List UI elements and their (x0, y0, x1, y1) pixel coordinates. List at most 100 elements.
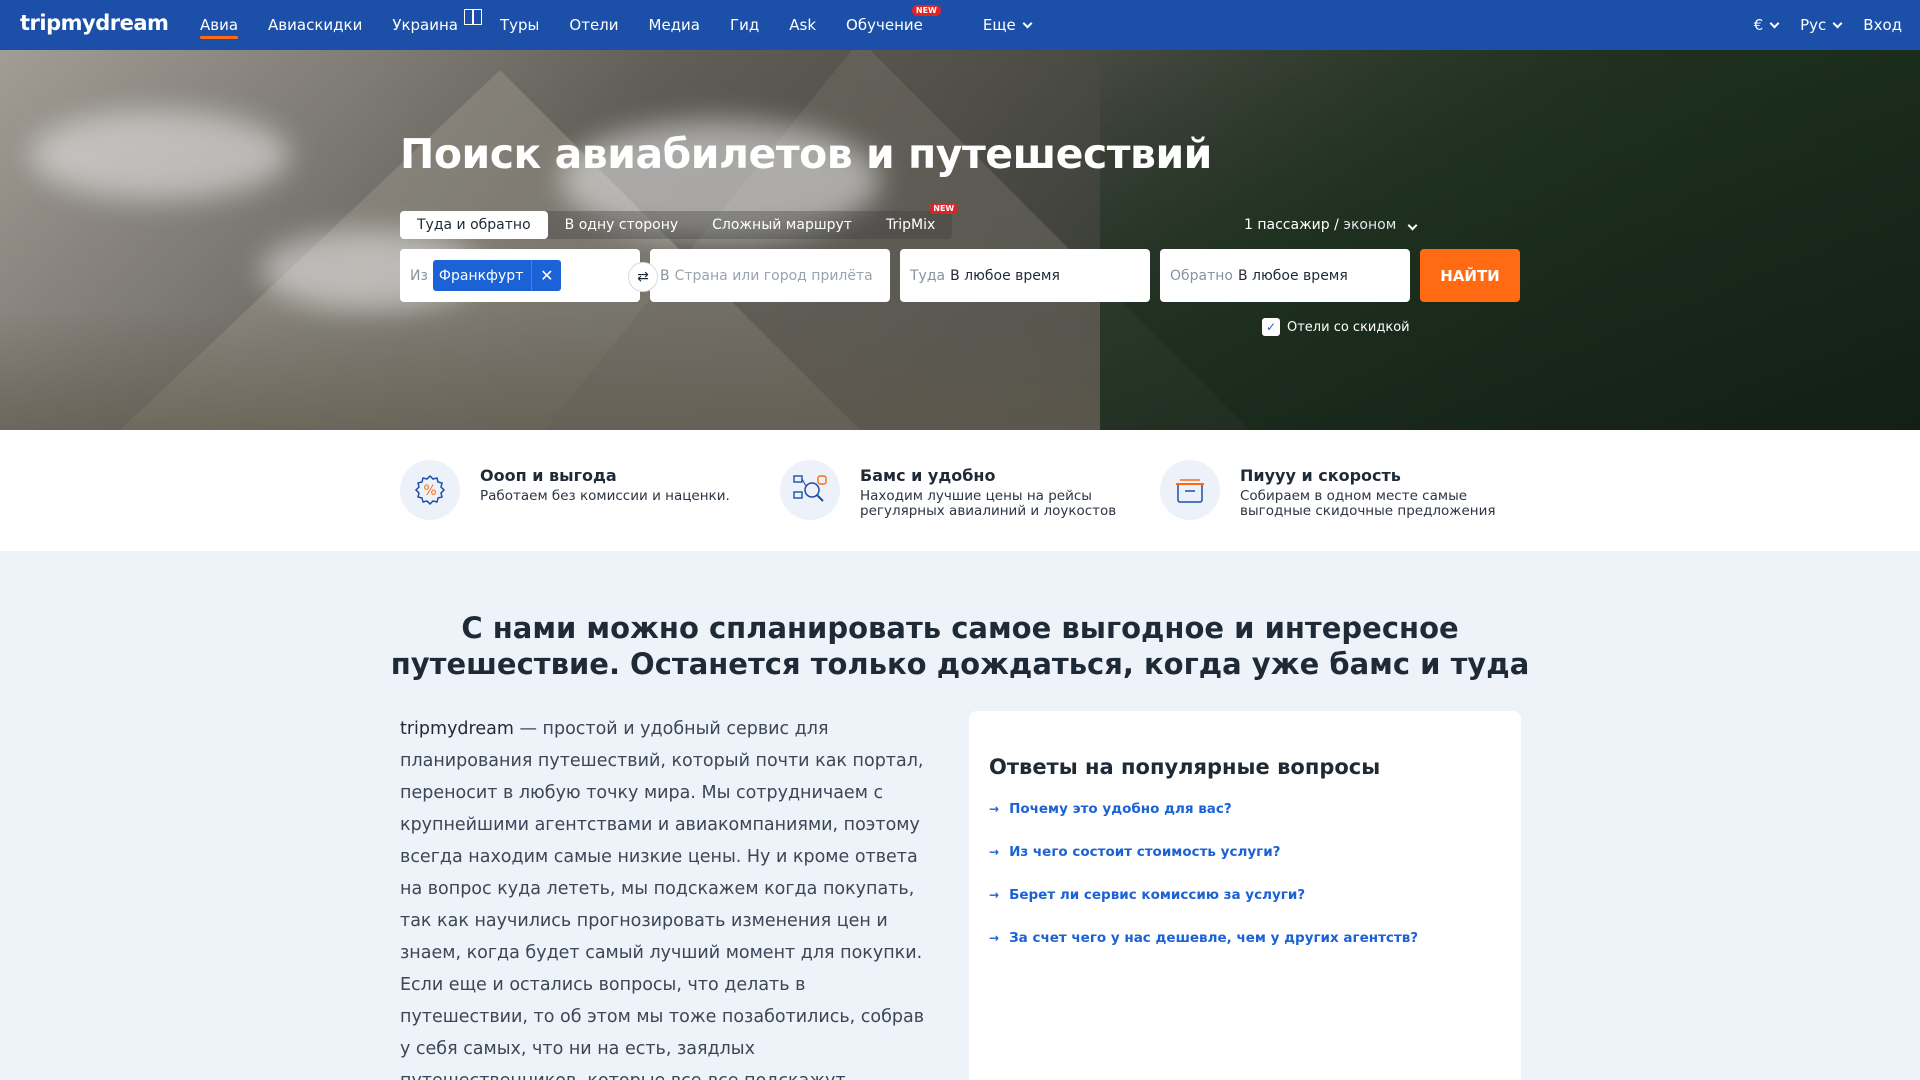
currency-label: € (1753, 16, 1764, 34)
feature-desc: Работаем без комиссии и наценки. (480, 488, 730, 504)
search-compare-icon (780, 460, 840, 520)
arrow-right-icon: → (989, 802, 1000, 816)
nav-item-more[interactable]: Еще (983, 0, 1033, 50)
nav-item-label: Ask (789, 16, 817, 34)
feature-item: Пиууу и скорость Собираем в одном месте … (1160, 460, 1496, 520)
faq-link[interactable]: → За счет чего у нас дешевле, чем у други… (989, 930, 1501, 946)
about-text: tripmydream — простой и удобный сервис д… (400, 713, 930, 1080)
return-value: В любое время (1238, 267, 1348, 284)
arrow-right-icon: → (989, 845, 1000, 859)
nav-menu: Авиа Авиаскидки Украина Туры Отели Медиа… (200, 0, 1061, 50)
origin-chip[interactable]: Франкфурт ✕ (432, 260, 562, 291)
feature-desc-line: Находим лучшие цены на рейсы (860, 488, 1092, 504)
hero-banner (0, 50, 1920, 430)
faq-title: Ответы на популярные вопросы (989, 755, 1381, 779)
tab-tripmix[interactable]: TripMix NEW (869, 203, 959, 239)
passenger-selector[interactable]: 1 пассажир / эконом (1244, 217, 1418, 233)
tab-multi-city[interactable]: Сложный маршрут (695, 211, 869, 239)
depart-prefix: Туда (910, 267, 946, 284)
origin-field[interactable]: Из Франкфурт ✕ (400, 249, 640, 302)
nav-item-avia-deals[interactable]: Авиаскидки (268, 0, 362, 50)
origin-prefix: Из (410, 267, 428, 284)
origin-value: Франкфурт (438, 267, 524, 284)
destination-prefix: В (660, 267, 670, 284)
arrow-right-icon: → (989, 888, 1000, 902)
cabin-class: эконом (1343, 217, 1397, 233)
forest-shape (1100, 50, 1920, 430)
login-link[interactable]: Вход (1863, 0, 1902, 50)
nav-item-label: Медиа (648, 16, 700, 34)
swap-icon[interactable]: ⇄ (628, 262, 658, 292)
heading-line: путешествие. Останется только дождаться,… (390, 647, 1530, 681)
ukraine-flag-icon (464, 9, 482, 25)
faq-link[interactable]: → Почему это удобно для вас? (989, 801, 1501, 817)
tab-label: TripMix (885, 217, 936, 233)
depart-date-field[interactable]: Туда В любое время (900, 249, 1150, 302)
section-heading: С нами можно спланировать самое выгодное… (0, 610, 1920, 682)
tab-one-way[interactable]: В одну сторону (548, 211, 696, 239)
checkbox[interactable]: ✓ (1262, 318, 1280, 336)
feature-desc-line: Собираем в одном месте самые (1240, 488, 1468, 504)
language-selector[interactable]: Рус (1800, 0, 1843, 50)
arrow-right-icon: → (989, 931, 1000, 945)
nav-item-label: Гид (730, 16, 760, 34)
nav-item-label: Отели (569, 16, 619, 34)
new-badge: NEW (911, 5, 941, 16)
close-icon[interactable]: ✕ (531, 260, 561, 291)
nav-item-tours[interactable]: Туры (500, 0, 539, 50)
page-title: Поиск авиабилетов и путешествий (400, 130, 1212, 178)
faq-link[interactable]: → Из чего состоит стоимость услуги? (989, 844, 1501, 860)
faq-link-label: Берет ли сервис комиссию за услуги? (1009, 887, 1306, 903)
nav-item-label: Обучение (846, 16, 923, 34)
features-strip: % Оооп и выгода Работаем без комиссии и … (0, 430, 1920, 551)
chevron-down-icon (1832, 18, 1843, 28)
nav-item-label: Туры (500, 16, 540, 34)
heading-line: С нами можно спланировать самое выгодное… (461, 611, 1459, 645)
new-badge: NEW (929, 203, 959, 214)
checkbox-label: Отели со скидкой (1287, 319, 1410, 335)
nav-item-ukraine[interactable]: Украина (392, 0, 482, 50)
feature-desc-line: выгодные скидочные предложения (1240, 503, 1496, 519)
nav-item-guide[interactable]: Гид (730, 0, 759, 50)
cloud-shape (30, 110, 290, 200)
feature-title: Оооп и выгода (480, 466, 617, 485)
passenger-count: 1 пассажир (1244, 217, 1330, 233)
nav-item-label: Авиаскидки (268, 16, 363, 34)
nav-item-media[interactable]: Медиа (649, 0, 700, 50)
separator: / (1334, 217, 1339, 233)
brand-name: tripmydream (400, 719, 514, 739)
feature-title: Бамс и удобно (860, 466, 996, 485)
hotels-discount-option[interactable]: ✓ Отели со скидкой (1262, 318, 1410, 336)
faq-link-label: За счет чего у нас дешевле, чем у других… (1009, 930, 1419, 946)
language-label: Рус (1800, 16, 1827, 34)
trip-type-tabs: Туда и обратно В одну сторону Сложный ма… (400, 203, 959, 239)
feature-desc: Находим лучшие цены на рейсы регулярных … (860, 489, 1116, 519)
currency-selector[interactable]: € (1753, 0, 1780, 50)
box-icon (1160, 460, 1220, 520)
chevron-down-icon (1769, 18, 1780, 28)
svg-text:%: % (423, 483, 436, 499)
nav-item-label: Авиа (200, 16, 239, 34)
top-navigation: tripmydream Авиа Авиаскидки Украина Туры… (0, 0, 1920, 50)
depart-value: В любое время (950, 267, 1060, 284)
nav-item-hotels[interactable]: Отели (569, 0, 618, 50)
return-prefix: Обратно (1170, 267, 1233, 284)
feature-item: Бамс и удобно Находим лучшие цены на рей… (780, 460, 1116, 520)
about-paragraph: — простой и удобный сервис для планирова… (400, 719, 925, 1080)
nav-item-ask[interactable]: Ask (789, 0, 816, 50)
nav-item-avia[interactable]: Авиа (200, 0, 239, 50)
tab-round-trip[interactable]: Туда и обратно (400, 211, 548, 239)
nav-item-learning[interactable]: Обучение NEW (846, 0, 941, 50)
feature-title: Пиууу и скорость (1240, 466, 1401, 485)
return-date-field[interactable]: Обратно В любое время (1160, 249, 1410, 302)
logo[interactable]: tripmydream (20, 11, 169, 35)
feature-desc-line: регулярных авиалиний и лоукостов (860, 503, 1117, 519)
search-button[interactable]: НАЙТИ (1420, 249, 1520, 302)
percent-icon: % (400, 460, 460, 520)
chevron-down-icon (1022, 18, 1033, 28)
faq-link-label: Почему это удобно для вас? (1009, 801, 1232, 817)
faq-card: Ответы на популярные вопросы → Почему это… (969, 711, 1521, 1080)
nav-right: € Рус Вход (1732, 0, 1902, 50)
faq-link[interactable]: → Берет ли сервис комиссию за услуги? (989, 887, 1501, 903)
destination-field[interactable]: В Страна или город прилёта (650, 249, 890, 302)
